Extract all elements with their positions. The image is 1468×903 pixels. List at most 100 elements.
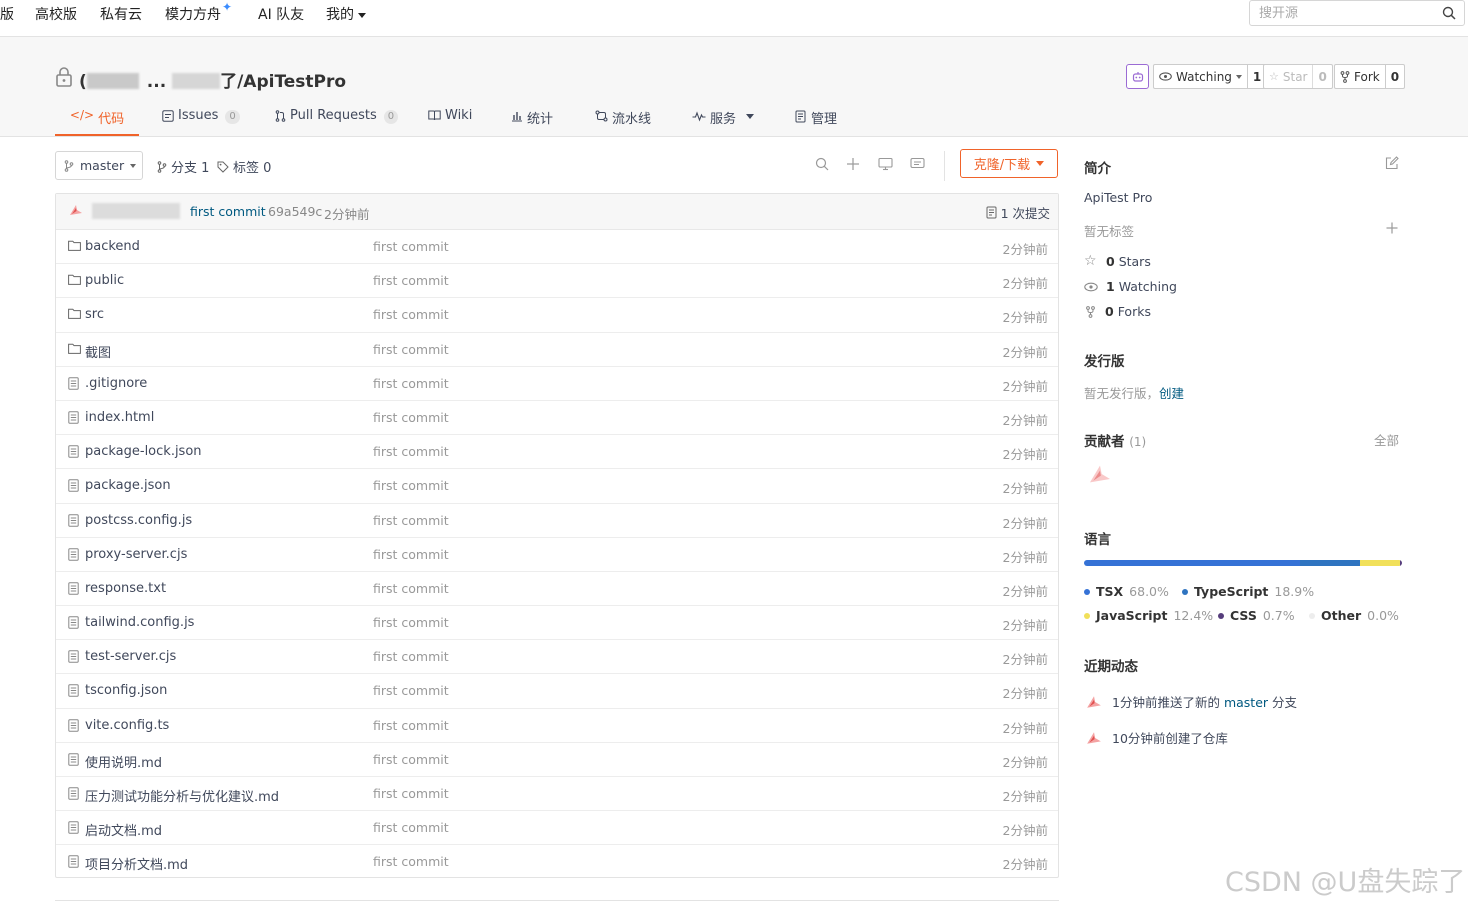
file-name[interactable]: package.json bbox=[85, 478, 171, 493]
file-commit-message[interactable]: first commit bbox=[373, 581, 449, 596]
tags-link[interactable]: 标签 0 bbox=[217, 157, 271, 176]
tab-code[interactable]: </> 代码 bbox=[55, 108, 139, 136]
file-commit-message[interactable]: first commit bbox=[373, 239, 449, 254]
table-row[interactable]: .gitignore first commit 2分钟前 bbox=[56, 367, 1058, 401]
tab-manage[interactable]: 管理 bbox=[795, 108, 837, 136]
nav-item-edition[interactable]: 版 bbox=[0, 4, 14, 24]
file-commit-message[interactable]: first commit bbox=[373, 410, 449, 425]
file-commit-message[interactable]: first commit bbox=[373, 444, 449, 459]
language-item[interactable]: CSS 0.7% bbox=[1218, 608, 1295, 623]
forks-stat[interactable]: 0 Forks bbox=[1084, 304, 1151, 319]
star-count[interactable]: 0 bbox=[1312, 65, 1331, 88]
avatar[interactable] bbox=[69, 204, 83, 219]
file-commit-message[interactable]: first commit bbox=[373, 718, 449, 733]
branches-link[interactable]: 分支 1 bbox=[157, 157, 209, 176]
language-item[interactable]: TypeScript 18.9% bbox=[1182, 584, 1314, 599]
file-commit-message[interactable]: first commit bbox=[373, 683, 449, 698]
clone-download-button[interactable]: 克隆/下载 bbox=[960, 149, 1058, 178]
avatar[interactable] bbox=[1088, 464, 1112, 488]
file-name[interactable]: tsconfig.json bbox=[85, 683, 167, 698]
language-item[interactable]: TSX 68.0% bbox=[1084, 584, 1169, 599]
table-row[interactable]: 截图 first commit 2分钟前 bbox=[56, 333, 1058, 367]
table-row[interactable]: tsconfig.json first commit 2分钟前 bbox=[56, 674, 1058, 709]
file-name[interactable]: 压力测试功能分析与优化建议.md bbox=[85, 786, 279, 805]
file-name[interactable]: response.txt bbox=[85, 581, 166, 596]
avatar[interactable] bbox=[1086, 731, 1102, 745]
language-item[interactable]: JavaScript 12.4% bbox=[1084, 608, 1213, 623]
add-file-icon[interactable] bbox=[846, 157, 860, 175]
file-commit-message[interactable]: first commit bbox=[373, 342, 449, 357]
tab-issues[interactable]: Issues 0 bbox=[162, 108, 240, 136]
file-commit-message[interactable]: first commit bbox=[373, 547, 449, 562]
last-commit-message[interactable]: first commit bbox=[190, 204, 266, 219]
search-icon[interactable] bbox=[815, 157, 829, 175]
add-tag-icon[interactable] bbox=[1386, 222, 1398, 238]
file-commit-message[interactable]: first commit bbox=[373, 376, 449, 391]
file-name[interactable]: 截图 bbox=[85, 342, 111, 361]
search-input[interactable] bbox=[1259, 2, 1439, 24]
file-name[interactable]: 使用说明.md bbox=[85, 752, 162, 771]
table-row[interactable]: public first commit 2分钟前 bbox=[56, 264, 1058, 299]
star-button[interactable]: ☆ Star 0 bbox=[1263, 64, 1333, 89]
table-row[interactable]: tailwind.config.js first commit 2分钟前 bbox=[56, 606, 1058, 641]
fork-button[interactable]: Fork 0 bbox=[1334, 64, 1406, 89]
repo-title[interactable]: (... 了/ApiTestPro bbox=[79, 67, 346, 92]
edit-icon[interactable] bbox=[1385, 156, 1399, 174]
file-name[interactable]: test-server.cjs bbox=[85, 649, 176, 664]
branch-select[interactable]: master bbox=[55, 151, 143, 180]
stars-stat[interactable]: ☆ 0 Stars bbox=[1084, 253, 1151, 269]
language-item[interactable]: Other 0.0% bbox=[1309, 608, 1399, 623]
tab-services[interactable]: 服务 bbox=[692, 108, 755, 136]
tab-wiki[interactable]: Wiki bbox=[428, 108, 472, 136]
file-name[interactable]: public bbox=[85, 273, 124, 288]
file-name[interactable]: proxy-server.cjs bbox=[85, 547, 187, 562]
watch-button[interactable]: Watching 1 bbox=[1153, 64, 1268, 89]
file-commit-message[interactable]: first commit bbox=[373, 752, 449, 767]
file-commit-message[interactable]: first commit bbox=[373, 820, 449, 835]
web-ide-icon[interactable] bbox=[878, 157, 893, 175]
table-row[interactable]: backend first commit 2分钟前 bbox=[56, 230, 1058, 265]
table-row[interactable]: 启动文档.md first commit 2分钟前 bbox=[56, 811, 1058, 846]
activity-branch-link[interactable]: master bbox=[1224, 695, 1268, 710]
file-name[interactable]: tailwind.config.js bbox=[85, 615, 194, 630]
nav-item-mine[interactable]: 我的 bbox=[326, 4, 366, 24]
watching-stat[interactable]: 1 Watching bbox=[1084, 279, 1177, 294]
file-commit-message[interactable]: first commit bbox=[373, 615, 449, 630]
file-name[interactable]: vite.config.ts bbox=[85, 718, 169, 733]
create-release-link[interactable]: 创建 bbox=[1159, 386, 1184, 401]
ai-assistant-button[interactable] bbox=[1126, 64, 1149, 89]
table-row[interactable]: 项目分析文档.md first commit 2分钟前 bbox=[56, 845, 1058, 879]
last-commit-sha[interactable]: 69a549c bbox=[268, 204, 322, 219]
commit-count-link[interactable]: 1 次提交 bbox=[986, 203, 1050, 222]
file-name[interactable]: 启动文档.md bbox=[85, 820, 162, 839]
file-commit-message[interactable]: first commit bbox=[373, 307, 449, 322]
table-row[interactable]: 使用说明.md first commit 2分钟前 bbox=[56, 743, 1058, 777]
file-commit-message[interactable]: first commit bbox=[373, 513, 449, 528]
file-name[interactable]: .gitignore bbox=[85, 376, 147, 391]
file-commit-message[interactable]: first commit bbox=[373, 854, 449, 869]
table-row[interactable]: proxy-server.cjs first commit 2分钟前 bbox=[56, 538, 1058, 572]
table-row[interactable]: vite.config.ts first commit 2分钟前 bbox=[56, 709, 1058, 743]
file-name[interactable]: package-lock.json bbox=[85, 444, 202, 459]
tab-pipeline[interactable]: 流水线 bbox=[595, 108, 651, 136]
avatar[interactable] bbox=[1086, 695, 1102, 709]
file-name[interactable]: src bbox=[85, 307, 104, 322]
nav-item-private-cloud[interactable]: 私有云 bbox=[100, 4, 142, 24]
table-row[interactable]: 压力测试功能分析与优化建议.md first commit 2分钟前 bbox=[56, 777, 1058, 812]
table-row[interactable]: src first commit 2分钟前 bbox=[56, 298, 1058, 333]
table-row[interactable]: response.txt first commit 2分钟前 bbox=[56, 572, 1058, 607]
file-commit-message[interactable]: first commit bbox=[373, 273, 449, 288]
search-icon[interactable] bbox=[1442, 6, 1456, 24]
nav-item-university[interactable]: 高校版 bbox=[35, 4, 77, 24]
nav-item-moli-fangzhou[interactable]: 模力方舟 bbox=[165, 4, 221, 24]
all-contributors-link[interactable]: 全部 bbox=[1374, 430, 1399, 449]
table-row[interactable]: index.html first commit 2分钟前 bbox=[56, 401, 1058, 436]
table-row[interactable]: package-lock.json first commit 2分钟前 bbox=[56, 435, 1058, 470]
file-name[interactable]: postcss.config.js bbox=[85, 513, 192, 528]
file-commit-message[interactable]: first commit bbox=[373, 478, 449, 493]
fork-count[interactable]: 0 bbox=[1384, 65, 1404, 88]
file-name[interactable]: index.html bbox=[85, 410, 154, 425]
table-row[interactable]: package.json first commit 2分钟前 bbox=[56, 469, 1058, 504]
comment-icon[interactable] bbox=[910, 157, 925, 175]
nav-item-ai-teammate[interactable]: AI 队友 bbox=[258, 4, 304, 24]
